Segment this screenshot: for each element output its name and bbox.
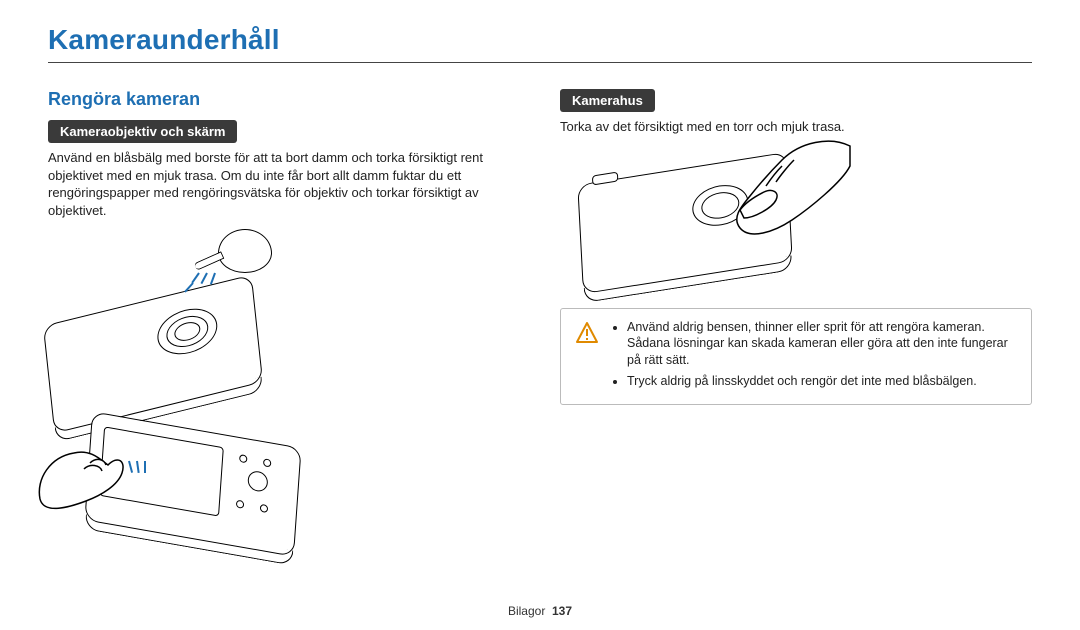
camera-front-illustration (43, 275, 263, 434)
button-dot-1-icon (239, 454, 248, 463)
illustration-body-cleaning (580, 142, 840, 292)
warning-item-2: Tryck aldrig på linsskyddet och rengör d… (627, 373, 1019, 390)
warning-item-1: Använd aldrig bensen, thinner eller spri… (627, 319, 1019, 370)
subhead-camera-body: Kamerahus (560, 89, 655, 112)
two-column-layout: Rengöra kameran Kameraobjektiv och skärm… (48, 89, 1032, 549)
section-heading-clean-camera: Rengöra kameran (48, 89, 520, 110)
warning-list: Använd aldrig bensen, thinner eller spri… (611, 319, 1019, 395)
blower-illustration (218, 229, 272, 265)
left-column: Rengöra kameran Kameraobjektiv och skärm… (48, 89, 520, 549)
footer-section-label: Bilagor (508, 604, 545, 618)
button-dot-4-icon (260, 504, 269, 513)
illustration-lens-cleaning (48, 229, 308, 549)
button-dot-2-icon (263, 458, 272, 467)
body-cleaning-instructions: Torka av det försiktigt med en torr och … (560, 118, 1030, 136)
control-dial-icon (247, 470, 268, 493)
hand-wiping-body-icon (710, 136, 860, 256)
warning-box: Använd aldrig bensen, thinner eller spri… (560, 308, 1032, 406)
page-footer: Bilagor 137 (0, 604, 1080, 618)
page-title: Kameraunderhåll (48, 24, 1032, 56)
footer-page-number: 137 (552, 604, 572, 618)
title-rule (48, 62, 1032, 63)
right-column: Kamerahus Torka av det försiktigt med en… (560, 89, 1032, 549)
subhead-lens-and-screen: Kameraobjektiv och skärm (48, 120, 237, 143)
warning-triangle-icon (575, 321, 599, 345)
lens-cleaning-instructions: Använd en blåsbälg med borste för att ta… (48, 149, 518, 219)
blower-bulb-icon (218, 229, 272, 273)
button-dot-3-icon (236, 500, 245, 509)
shutter-button-icon (592, 171, 618, 185)
